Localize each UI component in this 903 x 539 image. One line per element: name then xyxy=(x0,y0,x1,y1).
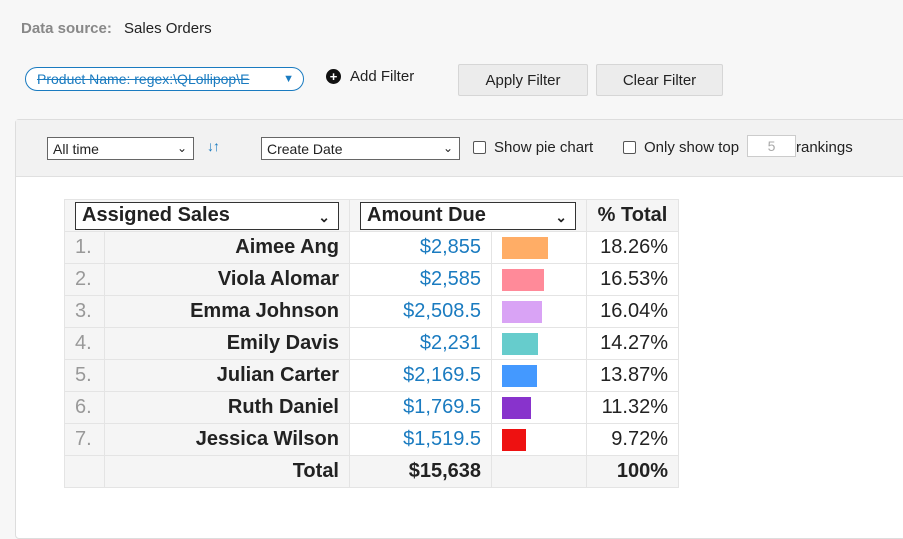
caret-down-icon[interactable]: ▼ xyxy=(277,73,303,85)
apply-filter-button[interactable]: Apply Filter xyxy=(458,64,588,96)
total-row: Total $15,638 100% xyxy=(64,455,679,488)
group-by-value: Assigned Sales xyxy=(82,204,230,226)
row-bar-cell xyxy=(491,423,587,456)
row-pct: 14.27% xyxy=(586,327,679,360)
top-n-input[interactable]: 5 xyxy=(747,135,796,157)
row-name: Emily Davis xyxy=(104,327,350,360)
table-row[interactable]: 2. Viola Alomar $2,585 16.53% xyxy=(64,263,679,296)
time-range-select[interactable]: All time ⌄ xyxy=(47,137,194,160)
checkbox-box[interactable] xyxy=(623,141,636,154)
row-rank: 7. xyxy=(64,423,105,456)
ranking-toolbar: All time ⌄ ↓↑ Create Date ⌄ Show pie cha… xyxy=(16,120,903,177)
total-bar-cell xyxy=(491,455,587,488)
row-pct: 16.04% xyxy=(586,295,679,328)
row-name: Emma Johnson xyxy=(104,295,350,328)
chevron-down-icon: ⌄ xyxy=(318,208,330,225)
share-bar xyxy=(502,428,526,451)
share-bar xyxy=(502,396,531,419)
row-amount[interactable]: $2,231 xyxy=(349,327,492,360)
group-by-select[interactable]: Assigned Sales ⌄ xyxy=(75,201,339,230)
show-pie-chart-label: Show pie chart xyxy=(494,139,594,156)
sort-order-icon[interactable]: ↓↑ xyxy=(207,138,220,154)
chevron-down-icon: ⌄ xyxy=(176,141,187,155)
row-rank: 1. xyxy=(64,231,105,264)
row-bar-cell xyxy=(491,231,587,264)
total-amount: $15,638 xyxy=(349,455,492,488)
share-bar xyxy=(502,300,542,323)
pct-total-header: % Total xyxy=(586,199,679,232)
row-amount[interactable]: $1,519.5 xyxy=(349,423,492,456)
chevron-down-icon: ⌄ xyxy=(442,141,453,155)
share-bar xyxy=(502,364,537,387)
date-field-value: Create Date xyxy=(267,140,343,157)
add-filter-button[interactable]: + Add Filter xyxy=(326,68,414,85)
table-row[interactable]: 3. Emma Johnson $2,508.5 16.04% xyxy=(64,295,679,328)
group-by-header: Assigned Sales ⌄ xyxy=(64,199,350,232)
row-amount[interactable]: $2,169.5 xyxy=(349,359,492,392)
show-pie-chart-checkbox[interactable]: Show pie chart xyxy=(473,139,593,156)
only-show-top-checkbox[interactable]: Only show top xyxy=(623,139,739,156)
measure-value: Amount Due xyxy=(367,204,486,226)
row-rank: 4. xyxy=(64,327,105,360)
ranking-rows: 1. Aimee Ang $2,855 18.26% 2. Viola Alomar $2,… xyxy=(64,231,679,456)
ranking-panel: All time ⌄ ↓↑ Create Date ⌄ Show pie cha… xyxy=(15,119,903,539)
data-source-value: Sales Orders xyxy=(124,20,212,37)
row-pct: 9.72% xyxy=(586,423,679,456)
total-label: Total xyxy=(104,455,350,488)
checkbox-box[interactable] xyxy=(473,141,486,154)
row-name: Aimee Ang xyxy=(104,231,350,264)
table-row[interactable]: 5. Julian Carter $2,169.5 13.87% xyxy=(64,359,679,392)
data-source-label: Data source: xyxy=(21,20,112,37)
filter-bar: Product Name: regex:\QLollipop\E ▼ + Add… xyxy=(25,64,903,98)
chevron-down-icon: ⌄ xyxy=(555,208,567,225)
time-range-value: All time xyxy=(53,140,99,157)
header-row: Assigned Sales ⌄ Amount Due ⌄ % Total xyxy=(64,199,679,232)
table-row[interactable]: 7. Jessica Wilson $1,519.5 9.72% xyxy=(64,423,679,456)
row-rank: 5. xyxy=(64,359,105,392)
total-pct: 100% xyxy=(586,455,679,488)
row-pct: 18.26% xyxy=(586,231,679,264)
row-amount[interactable]: $2,508.5 xyxy=(349,295,492,328)
row-amount[interactable]: $2,855 xyxy=(349,231,492,264)
clear-filter-button[interactable]: Clear Filter xyxy=(596,64,723,96)
row-rank: 3. xyxy=(64,295,105,328)
row-amount[interactable]: $2,585 xyxy=(349,263,492,296)
rankings-label: rankings xyxy=(796,139,853,156)
row-bar-cell xyxy=(491,295,587,328)
row-pct: 13.87% xyxy=(586,359,679,392)
row-rank: 2. xyxy=(64,263,105,296)
share-bar xyxy=(502,268,544,291)
row-rank: 6. xyxy=(64,391,105,424)
share-bar xyxy=(502,236,548,259)
row-name: Jessica Wilson xyxy=(104,423,350,456)
measure-select[interactable]: Amount Due ⌄ xyxy=(360,201,576,230)
total-rank-cell xyxy=(64,455,105,488)
active-filter-pill[interactable]: Product Name: regex:\QLollipop\E ▼ xyxy=(25,67,304,91)
table-row[interactable]: 6. Ruth Daniel $1,769.5 11.32% xyxy=(64,391,679,424)
row-pct: 16.53% xyxy=(586,263,679,296)
measure-header: Amount Due ⌄ xyxy=(349,199,587,232)
row-name: Ruth Daniel xyxy=(104,391,350,424)
only-show-top-label: Only show top xyxy=(644,139,740,156)
add-filter-label: Add Filter xyxy=(350,68,415,85)
data-source: Data source: Sales Orders xyxy=(21,20,212,37)
table-row[interactable]: 1. Aimee Ang $2,855 18.26% xyxy=(64,231,679,264)
share-bar xyxy=(502,332,538,355)
row-name: Julian Carter xyxy=(104,359,350,392)
date-field-select[interactable]: Create Date ⌄ xyxy=(261,137,460,160)
table-row[interactable]: 4. Emily Davis $2,231 14.27% xyxy=(64,327,679,360)
row-bar-cell xyxy=(491,327,587,360)
row-bar-cell xyxy=(491,359,587,392)
active-filter-text: Product Name: regex:\QLollipop\E xyxy=(37,71,250,87)
row-name: Viola Alomar xyxy=(104,263,350,296)
row-amount[interactable]: $1,769.5 xyxy=(349,391,492,424)
plus-circle-icon: + xyxy=(326,69,341,84)
row-bar-cell xyxy=(491,263,587,296)
row-pct: 11.32% xyxy=(586,391,679,424)
row-bar-cell xyxy=(491,391,587,424)
ranking-table: Assigned Sales ⌄ Amount Due ⌄ % Total 1.… xyxy=(64,199,679,488)
